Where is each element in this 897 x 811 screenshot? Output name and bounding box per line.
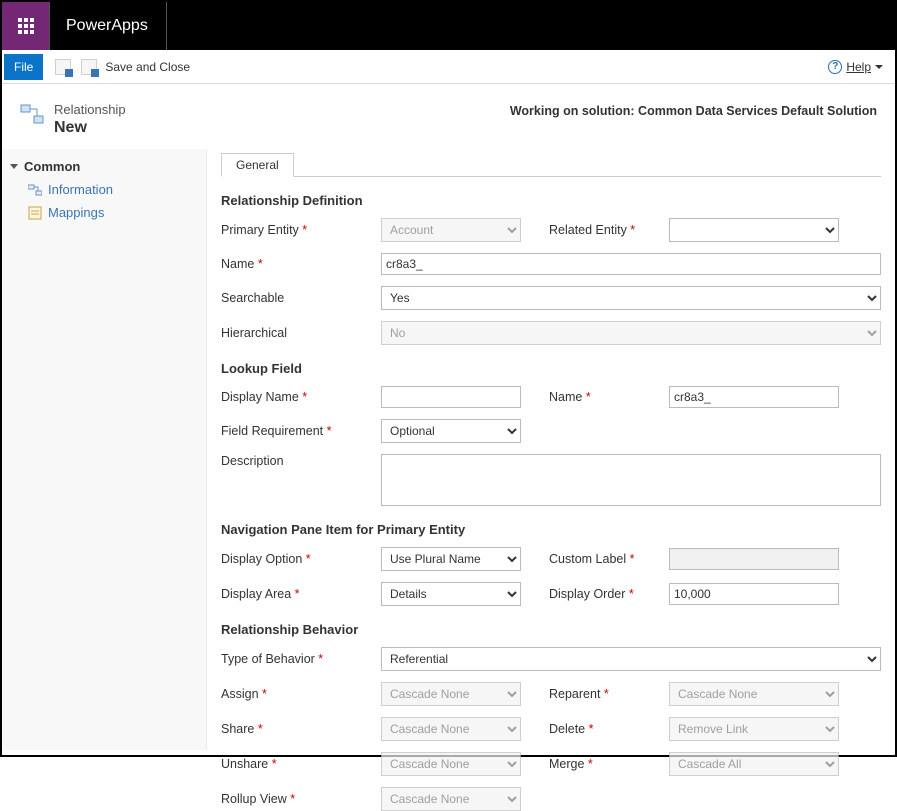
select-share[interactable]: Cascade None <box>381 717 521 741</box>
solution-context: Working on solution: Common Data Service… <box>510 102 883 118</box>
select-merge[interactable]: Cascade All <box>669 752 839 776</box>
select-hierarchical[interactable]: No <box>381 321 881 345</box>
save-close-icon[interactable] <box>81 59 97 75</box>
select-display-area[interactable]: Details <box>381 582 521 606</box>
label-rollup-view: Rollup View <box>221 792 381 806</box>
select-reparent[interactable]: Cascade None <box>669 682 839 706</box>
waffle-icon[interactable] <box>2 2 50 50</box>
tree-item-label: Information <box>48 182 113 197</box>
input-lookup-name[interactable] <box>669 386 839 408</box>
entity-state: New <box>54 119 126 137</box>
page-header: Relationship New Working on solution: Co… <box>2 84 895 149</box>
label-merge: Merge <box>549 757 669 771</box>
tab-general[interactable]: General <box>221 153 294 177</box>
chevron-down-icon <box>875 65 883 69</box>
nav-tree: Common Information Mappings <box>2 149 207 750</box>
select-related-entity[interactable] <box>669 218 839 242</box>
app-brand: PowerApps <box>50 2 167 50</box>
label-assign: Assign <box>221 687 381 701</box>
command-bar: File Save and Close ? Help <box>2 50 895 84</box>
information-icon <box>28 183 42 197</box>
select-display-option[interactable]: Use Plural Name <box>381 547 521 571</box>
form-area: General Relationship Definition Primary … <box>207 149 895 750</box>
select-type-behavior[interactable]: Referential <box>381 647 881 671</box>
section-nav-pane: Navigation Pane Item for Primary Entity <box>221 522 881 537</box>
label-custom-label: Custom Label <box>549 552 669 566</box>
section-behavior: Relationship Behavior <box>221 622 881 637</box>
mappings-icon <box>28 206 42 220</box>
relationship-icon <box>20 102 44 126</box>
label-unshare: Unshare <box>221 757 381 771</box>
label-display-option: Display Option <box>221 552 381 566</box>
save-close-button[interactable]: Save and Close <box>105 60 190 74</box>
label-share: Share <box>221 722 381 736</box>
help-menu[interactable]: ? Help <box>828 60 883 74</box>
label-related-entity: Related Entity <box>549 223 669 237</box>
select-field-requirement[interactable]: Optional <box>381 419 521 443</box>
tree-group-common[interactable]: Common <box>2 155 206 178</box>
label-lookup-name: Name <box>549 390 669 404</box>
label-hierarchical: Hierarchical <box>221 326 381 340</box>
save-icon[interactable] <box>55 59 71 75</box>
label-primary-entity: Primary Entity <box>221 223 381 237</box>
section-lookup-field: Lookup Field <box>221 361 881 376</box>
chevron-down-icon <box>10 164 18 169</box>
tree-item-information[interactable]: Information <box>2 178 206 201</box>
input-display-name[interactable] <box>381 386 521 408</box>
select-primary-entity[interactable]: Account <box>381 218 521 242</box>
label-type-behavior: Type of Behavior <box>221 652 381 666</box>
textarea-description[interactable] <box>381 454 881 506</box>
label-description: Description <box>221 454 381 468</box>
label-searchable: Searchable <box>221 291 381 305</box>
select-unshare[interactable]: Cascade None <box>381 752 521 776</box>
label-field-requirement: Field Requirement <box>221 424 381 438</box>
section-relationship-definition: Relationship Definition <box>221 193 881 208</box>
label-display-order: Display Order <box>549 587 669 601</box>
entity-type-label: Relationship <box>54 102 126 117</box>
label-display-name: Display Name <box>221 390 381 404</box>
select-assign[interactable]: Cascade None <box>381 682 521 706</box>
select-delete[interactable]: Remove Link <box>669 717 839 741</box>
label-name: Name <box>221 257 381 271</box>
select-rollup-view[interactable]: Cascade None <box>381 787 521 811</box>
label-display-area: Display Area <box>221 587 381 601</box>
help-label: Help <box>846 60 871 74</box>
label-reparent: Reparent <box>549 687 669 701</box>
input-custom-label[interactable] <box>669 548 839 570</box>
input-display-order[interactable] <box>669 583 839 605</box>
input-name[interactable] <box>381 253 881 275</box>
label-delete: Delete <box>549 722 669 736</box>
app-topbar: PowerApps <box>2 2 895 50</box>
tree-item-label: Mappings <box>48 205 104 220</box>
tree-item-mappings[interactable]: Mappings <box>2 201 206 224</box>
file-menu[interactable]: File <box>4 54 43 80</box>
select-searchable[interactable]: Yes <box>381 286 881 310</box>
help-icon: ? <box>828 60 842 74</box>
tab-strip: General <box>221 153 881 177</box>
tree-group-label: Common <box>24 159 80 174</box>
